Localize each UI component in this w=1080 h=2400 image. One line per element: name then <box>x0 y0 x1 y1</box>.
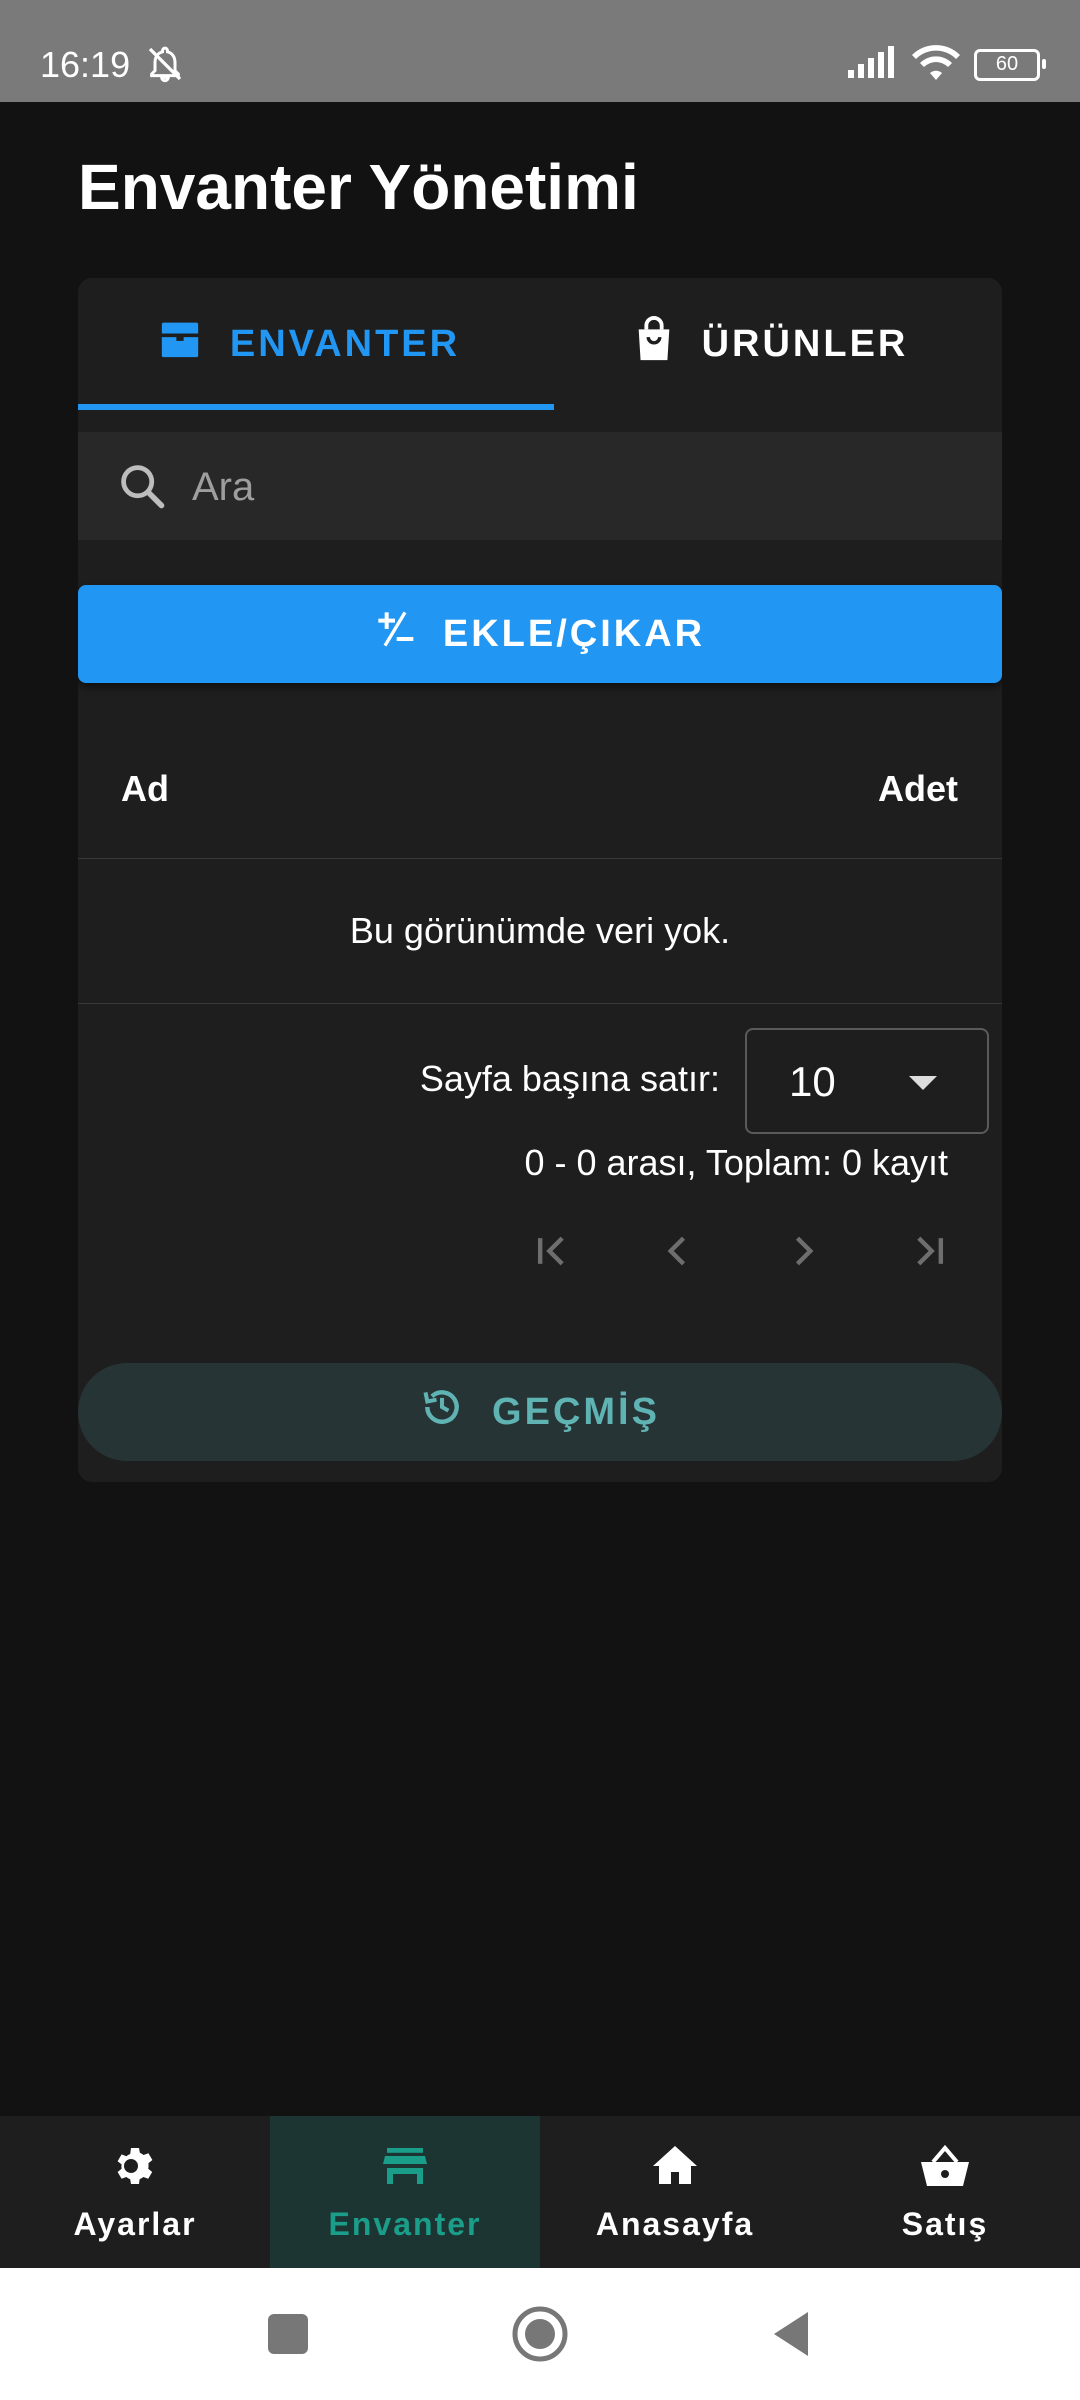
status-time: 16:19 <box>40 44 131 85</box>
home-icon <box>651 2142 699 2198</box>
search-icon <box>116 460 168 517</box>
status-bar: 16:19 60 <box>0 0 1080 102</box>
previous-page-button[interactable] <box>643 1218 713 1288</box>
nav-item-sales[interactable]: Satış <box>810 2116 1080 2268</box>
search-input[interactable] <box>190 432 974 542</box>
page-title: Envanter Yönetimi <box>78 151 639 223</box>
pagination-range-text: 0 - 0 arası, Toplam: 0 kayıt <box>524 1142 948 1183</box>
next-page-button[interactable] <box>768 1218 838 1288</box>
tab-products[interactable]: ÜRÜNLER <box>540 278 1002 410</box>
tab-inventory[interactable]: ENVANTER <box>78 278 540 410</box>
shopping-bag-icon <box>634 316 674 372</box>
tab-inventory-label: ENVANTER <box>229 322 461 365</box>
bottom-navigation: Ayarlar Envanter Anasayfa Satış <box>0 2116 1080 2268</box>
history-button[interactable]: GEÇMİŞ <box>78 1363 1002 1461</box>
rows-per-page-label: Sayfa başına satır: <box>419 1058 720 1099</box>
square-icon <box>258 2314 318 2368</box>
column-header-quantity[interactable]: Adet <box>878 768 958 810</box>
back-button[interactable] <box>762 2304 822 2364</box>
empty-state-message: Bu görünümde veri yok. <box>78 859 1002 1004</box>
first-page-button[interactable] <box>518 1218 588 1288</box>
basket-icon <box>919 2142 971 2198</box>
nav-item-settings[interactable]: Ayarlar <box>0 2116 270 2268</box>
circle-icon <box>510 2306 570 2368</box>
first-page-icon <box>531 1229 575 1278</box>
nav-sales-label: Satış <box>901 2205 989 2242</box>
table-header: Ad Adet <box>78 718 1002 859</box>
history-label: GEÇMİŞ <box>492 1390 660 1433</box>
tab-indicator <box>78 404 554 410</box>
back-triangle-icon <box>762 2312 822 2368</box>
nav-item-inventory[interactable]: Envanter <box>270 2116 540 2268</box>
store-icon <box>381 2142 429 2198</box>
plus-minus-icon <box>375 609 415 659</box>
add-remove-button[interactable]: EKLE/ÇIKAR <box>78 585 1002 683</box>
nav-inventory-label: Envanter <box>328 2205 482 2242</box>
rows-per-page-select[interactable]: 10 <box>745 1028 989 1134</box>
system-navigation-bar <box>0 2268 1080 2400</box>
dropdown-arrow-icon <box>909 1076 937 1090</box>
inventory-box-icon <box>158 319 202 369</box>
mute-bell-icon <box>142 44 188 89</box>
last-page-icon <box>906 1229 950 1278</box>
signal-icon <box>848 46 898 83</box>
chevron-left-icon <box>656 1229 700 1278</box>
pagination-controls <box>518 1208 988 1298</box>
recent-apps-button[interactable] <box>258 2304 318 2364</box>
battery-icon: 60 <box>974 48 1046 81</box>
add-remove-label: EKLE/ÇIKAR <box>442 612 706 655</box>
tab-bar: ENVANTER ÜRÜNLER <box>78 278 1002 410</box>
wifi-icon <box>912 44 960 85</box>
tab-products-label: ÜRÜNLER <box>701 322 909 365</box>
nav-item-home[interactable]: Anasayfa <box>540 2116 810 2268</box>
last-page-button[interactable] <box>893 1218 963 1288</box>
inventory-card: ENVANTER ÜRÜNLER EKLE/ÇIKAR Ad Adet Bu g… <box>78 278 1002 1482</box>
chevron-right-icon <box>781 1229 825 1278</box>
rows-per-page-value: 10 <box>789 1058 836 1105</box>
nav-settings-label: Ayarlar <box>73 2205 197 2242</box>
gear-icon <box>111 2142 159 2198</box>
nav-home-label: Anasayfa <box>595 2205 755 2242</box>
history-icon <box>420 1385 464 1439</box>
home-system-button[interactable] <box>510 2304 570 2364</box>
search-bar <box>78 432 1002 542</box>
column-header-name[interactable]: Ad <box>121 768 169 810</box>
